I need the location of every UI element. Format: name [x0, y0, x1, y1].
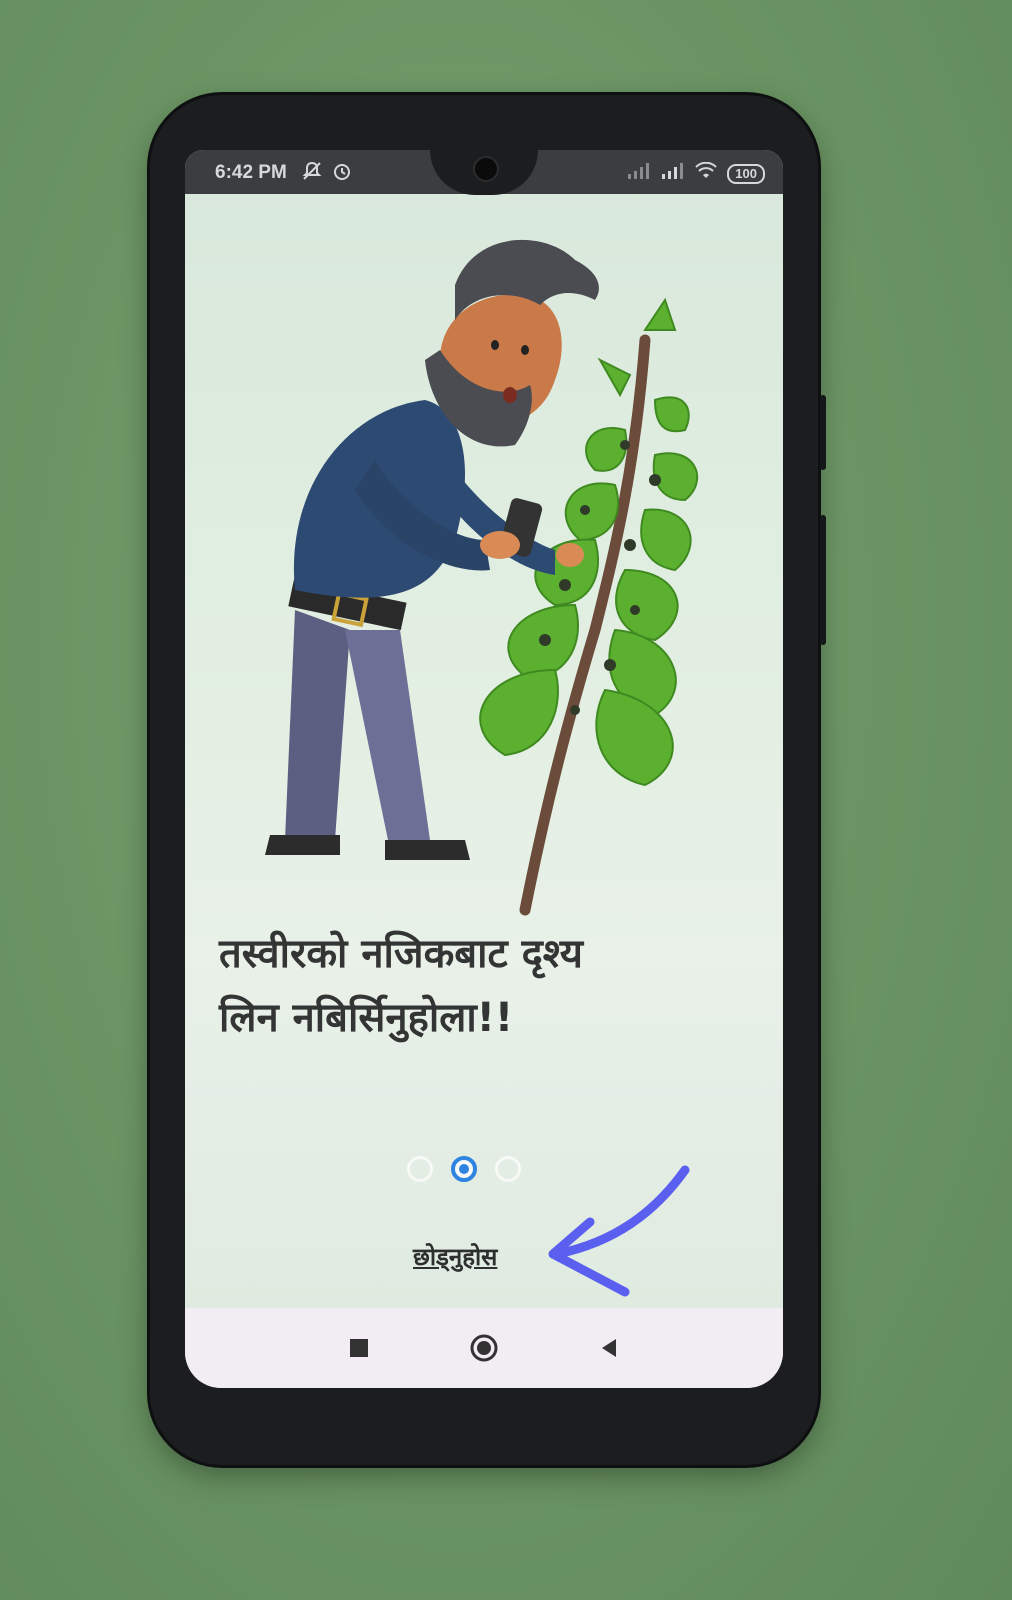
phone-frame: 6:42 PM 100 तस्वीरको नजिकबाट दृश्य लिन न…: [150, 95, 826, 1465]
annotation-arrow-icon: [548, 1165, 690, 1297]
signal-icon: [627, 162, 651, 186]
mute-notifications-icon: [301, 160, 323, 188]
headline-line-1: तस्वीरको नजिकबाट दृश्य: [219, 931, 584, 977]
farmer-photographing-plant-illustration: [265, 239, 699, 916]
page-indicator: [407, 1156, 521, 1182]
front-camera: [473, 156, 499, 182]
home-icon[interactable]: [469, 1333, 499, 1363]
volume-button: [820, 395, 826, 470]
page-dot-3[interactable]: [495, 1156, 521, 1182]
signal-icon: [661, 162, 685, 186]
status-bar: 6:42 PM 100: [185, 150, 783, 195]
skip-button[interactable]: छोड्नुहोस: [413, 1240, 497, 1273]
power-button: [820, 515, 826, 645]
alarm-icon: [331, 160, 353, 188]
back-icon[interactable]: [594, 1333, 624, 1363]
wifi-icon: [695, 161, 718, 186]
camera-notch: [430, 150, 538, 195]
app-screen: 6:42 PM 100 तस्वीरको नजिकबाट दृश्य लिन न…: [185, 150, 783, 1388]
recents-icon[interactable]: [344, 1333, 374, 1363]
headline-line-2: लिन नबिर्सिनुहोला!!: [219, 995, 514, 1041]
status-time: 6:42 PM: [215, 162, 287, 183]
onboarding-headline: तस्वीरको नजिकबाट दृश्य लिन नबिर्सिनुहोला…: [219, 922, 759, 1050]
page-dot-1[interactable]: [407, 1156, 433, 1182]
battery-icon: 100: [727, 164, 765, 184]
page-dot-2-active[interactable]: [451, 1156, 477, 1182]
system-nav-bar: [185, 1308, 783, 1388]
